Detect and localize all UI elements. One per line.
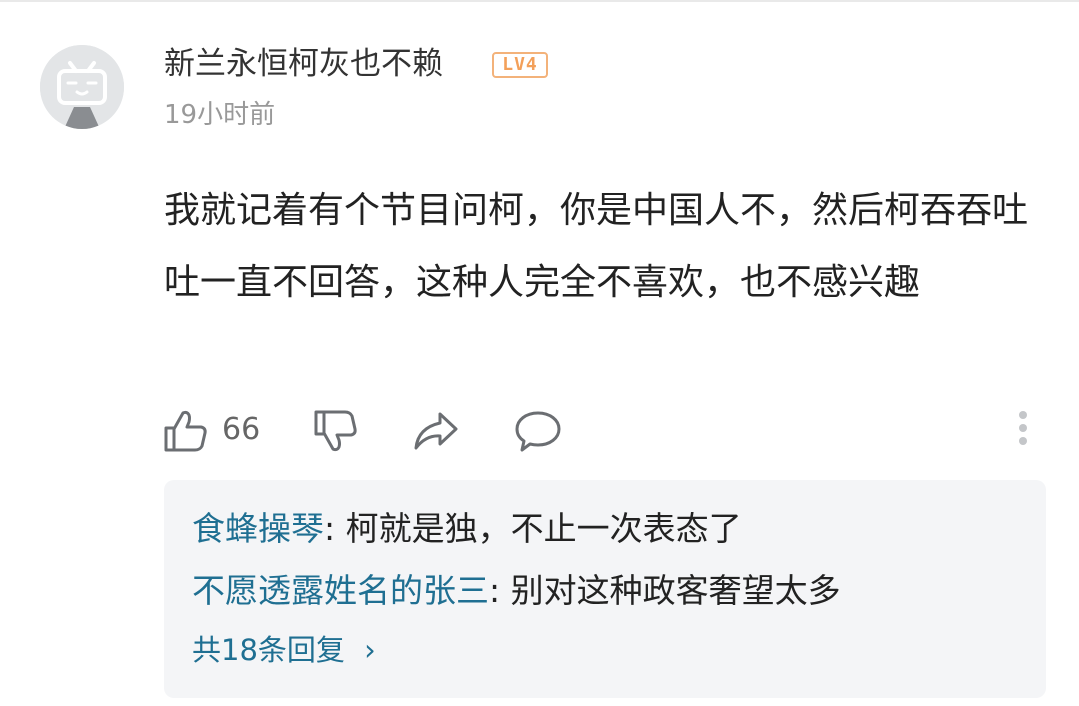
- chevron-right-icon: ›: [364, 633, 376, 667]
- reply-text: 柯就是独，不止一次表态了: [345, 509, 742, 548]
- view-all-replies-link[interactable]: 共18条回复 ›: [192, 628, 376, 672]
- top-divider: [0, 0, 1079, 2]
- thumbs-up-icon[interactable]: [162, 408, 208, 458]
- comment-bubble-icon[interactable]: [514, 408, 562, 458]
- more-vertical-icon[interactable]: [1012, 406, 1034, 456]
- reply-text: 别对这种政客奢望太多: [510, 571, 841, 610]
- reply-item[interactable]: 不愿透露姓名的张三: 别对这种政客奢望太多: [192, 568, 841, 614]
- default-avatar-tv-icon: [40, 45, 124, 129]
- level-badge: LV4: [492, 52, 548, 78]
- like-count: 66: [222, 412, 261, 447]
- comment-timestamp: 19小时前: [164, 100, 276, 130]
- reply-username[interactable]: 食蜂操琴: [192, 509, 324, 548]
- replies-preview[interactable]: 食蜂操琴: 柯就是独，不止一次表态了 不愿透露姓名的张三: 别对这种政客奢望太多…: [164, 480, 1046, 698]
- reply-separator: :: [489, 571, 511, 610]
- reply-separator: :: [324, 509, 346, 548]
- view-all-replies-label: 共18条回复: [192, 633, 345, 667]
- reply-item[interactable]: 食蜂操琴: 柯就是独，不止一次表态了: [192, 506, 742, 552]
- comment-text: 我就记着有个节目问柯，你是中国人不，然后柯吞吞吐吐一直不回答，这种人完全不喜欢，…: [164, 190, 1029, 303]
- comment-action-bar: 66: [0, 400, 1079, 460]
- share-icon[interactable]: [412, 408, 460, 458]
- thumbs-down-icon[interactable]: [312, 408, 358, 458]
- avatar[interactable]: [40, 45, 124, 129]
- comment-username[interactable]: 新兰永恒柯灰也不赖: [164, 42, 443, 86]
- reply-username[interactable]: 不愿透露姓名的张三: [192, 571, 489, 610]
